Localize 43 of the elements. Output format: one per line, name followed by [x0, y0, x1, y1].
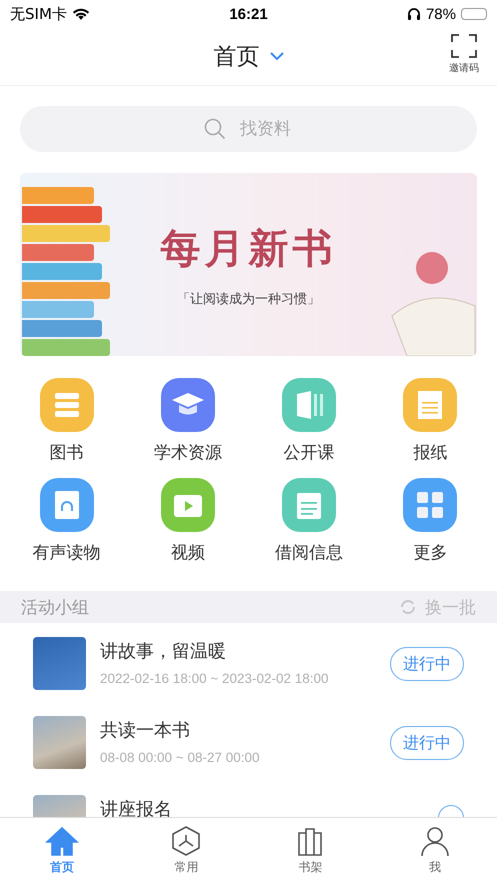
tab-item[interactable]: 常用 — [124, 818, 248, 883]
video-icon[interactable] — [160, 478, 215, 532]
audio-icon[interactable] — [40, 478, 94, 532]
house-icon — [45, 825, 80, 857]
tab-item[interactable]: 我 — [372, 818, 497, 883]
refresh-icon[interactable] — [399, 598, 417, 616]
banner-image[interactable]: 每月新书 「让阅读成为一种习惯」 — [20, 173, 477, 356]
activity-time: 2022-02-16 18:00 ~ 2023-02-02 18:00 — [100, 671, 330, 686]
page-title[interactable]: 首页 — [214, 41, 260, 72]
wifi-icon — [72, 8, 90, 20]
course-icon[interactable] — [282, 378, 336, 432]
shortcut-label[interactable]: 图书 — [50, 441, 84, 464]
chevron-down-icon[interactable] — [270, 52, 284, 61]
academic-icon[interactable] — [160, 378, 215, 432]
photo-placeholder[interactable] — [33, 637, 86, 690]
tab-item[interactable]: 书架 — [248, 818, 373, 883]
shortcut-label[interactable]: 更多 — [413, 541, 448, 564]
shortcut-label[interactable]: 有声读物 — [32, 541, 101, 564]
carrier-text: 无SIM卡 — [10, 4, 67, 24]
activity-title[interactable]: 共读一本书 — [100, 718, 390, 742]
photo-placeholder[interactable] — [33, 716, 86, 769]
search-field[interactable]: 找资料 — [20, 106, 477, 152]
banner-subtitle: 「让阅读成为一种习惯」 — [177, 291, 320, 308]
clock-text: 16:21 — [229, 6, 268, 22]
banner-title: 每月新书 — [160, 225, 336, 274]
more-icon[interactable] — [403, 478, 458, 532]
shortcut-label[interactable]: 借阅信息 — [275, 541, 344, 564]
activity-time: 08-08 00:00 ~ 08-27 00:00 — [100, 750, 261, 765]
shortcut-label[interactable]: 视频 — [170, 541, 205, 564]
borrow-icon[interactable] — [282, 478, 336, 532]
news-icon[interactable] — [403, 378, 458, 432]
section-title: 活动小组 — [21, 596, 89, 618]
headphones-icon — [406, 7, 421, 21]
shortcut-label[interactable]: 学术资源 — [154, 441, 222, 464]
battery-icon — [461, 8, 487, 20]
scan-icon[interactable] — [451, 34, 477, 58]
search-icon — [204, 118, 226, 140]
shortcut-label[interactable]: 报纸 — [413, 441, 448, 464]
shortcut-label[interactable]: 公开课 — [284, 441, 335, 464]
books-icon[interactable] — [40, 378, 94, 432]
activity-title[interactable]: 讲故事，留温暖 — [100, 639, 390, 663]
invite-code-label[interactable]: 邀请码 — [449, 61, 479, 75]
battery-text: 78% — [426, 6, 456, 22]
